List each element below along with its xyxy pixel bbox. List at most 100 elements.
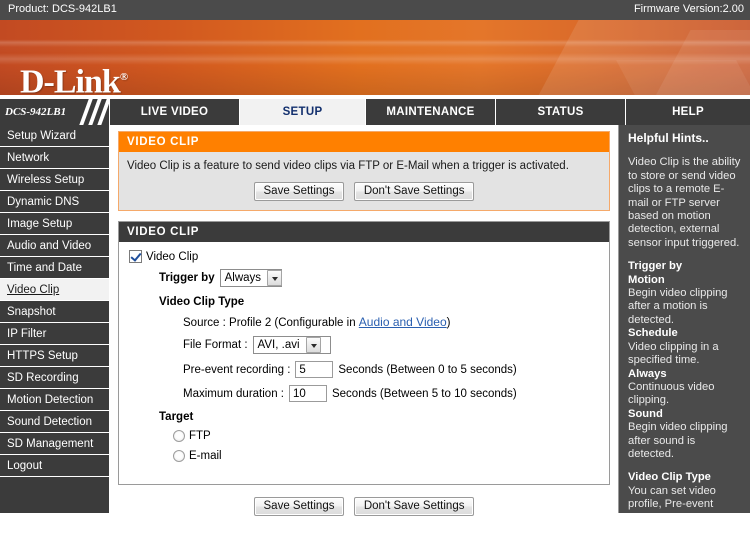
trigger-by-select[interactable]: Always (220, 269, 282, 287)
dont-save-settings-button-top[interactable]: Don't Save Settings (354, 182, 475, 201)
hints-text-motion: Begin video clipping after a motion is d… (628, 287, 742, 327)
file-format-label: File Format : (183, 339, 248, 351)
helpful-hints-panel: Helpful Hints.. Video Clip is the abilit… (618, 125, 750, 513)
sidebar-item-dynamic-dns[interactable]: Dynamic DNS (0, 191, 109, 213)
intro-description: Video Clip is a feature to send video cl… (127, 160, 601, 172)
sidebar-item-image-setup[interactable]: Image Setup (0, 213, 109, 235)
intro-button-row: Save Settings Don't Save Settings (127, 182, 601, 201)
source-label: Source : Profile 2 (Configurable in (183, 317, 359, 329)
hints-title: Helpful Hints.. (628, 132, 742, 145)
hints-text-schedule: Video clipping in a specified time. (628, 341, 742, 368)
tab-status[interactable]: STATUS (496, 99, 626, 125)
target-email-radio[interactable] (173, 450, 185, 462)
form-panel-body: Video Clip Trigger by Always Video Clip … (119, 242, 609, 484)
video-clip-form-panel: VIDEO CLIP Video Clip Trigger by Always … (118, 221, 610, 485)
hints-text-sound: Begin video clipping after sound is dete… (628, 421, 742, 461)
sidebar-filler (0, 477, 109, 537)
sidebar-item-snapshot[interactable]: Snapshot (0, 301, 109, 323)
hints-text-video-clip-type: You can set video profile, Pre-event rec… (628, 485, 742, 513)
banner-sweep-3 (616, 60, 750, 95)
target-label: Target (159, 411, 193, 423)
pre-event-recording-hint: Seconds (Between 0 to 5 seconds) (338, 364, 516, 376)
hints-subheading-always: Always (628, 368, 742, 381)
hints-subheading-sound: Sound (628, 408, 742, 421)
sidebar-item-sound-detection[interactable]: Sound Detection (0, 411, 109, 433)
dont-save-settings-button-bottom[interactable]: Don't Save Settings (354, 497, 475, 516)
hints-heading-trigger-by: Trigger by (628, 260, 742, 273)
bottom-button-row: Save Settings Don't Save Settings (118, 497, 610, 516)
trigger-by-row: Trigger by Always (129, 269, 599, 287)
tab-setup[interactable]: SETUP (240, 99, 366, 125)
tab-maintenance[interactable]: MAINTENANCE (366, 99, 496, 125)
sidebar-item-https-setup[interactable]: HTTPS Setup (0, 345, 109, 367)
pre-event-recording-label: Pre-event recording : (183, 364, 290, 376)
intro-panel-body: Video Clip is a feature to send video cl… (119, 152, 609, 210)
sidebar-item-sd-recording[interactable]: SD Recording (0, 367, 109, 389)
hints-subheading-motion: Motion (628, 274, 742, 287)
hints-intro-text: Video Clip is the ability to store or se… (628, 156, 742, 250)
sidebar-item-wireless-setup[interactable]: Wireless Setup (0, 169, 109, 191)
save-settings-button-bottom[interactable]: Save Settings (254, 497, 345, 516)
target-ftp-row: FTP (129, 430, 599, 442)
product-bar: Product: DCS-942LB1 Firmware Version:2.0… (0, 0, 750, 20)
main-nav-tabbar: DCS-942LB1 LIVE VIDEO SETUP MAINTENANCE … (0, 99, 750, 125)
pre-event-recording-row: Pre-event recording : Seconds (Between 0… (129, 361, 599, 378)
hints-heading-video-clip-type: Video Clip Type (628, 471, 742, 484)
video-clip-enable-label: Video Clip (146, 251, 198, 263)
product-label: Product: DCS-942LB1 (8, 3, 117, 15)
sidebar-item-motion-detection[interactable]: Motion Detection (0, 389, 109, 411)
dlink-logo: D-Link® (20, 60, 127, 95)
sidebar-item-video-clip[interactable]: Video Clip (0, 279, 109, 301)
file-format-value: AVI, .avi (254, 339, 306, 351)
audio-and-video-link[interactable]: Audio and Video (359, 315, 447, 329)
model-tab: DCS-942LB1 (0, 99, 110, 125)
intro-panel: VIDEO CLIP Video Clip is a feature to se… (118, 131, 610, 211)
video-clip-type-heading: Video Clip Type (129, 294, 599, 308)
intro-panel-header: VIDEO CLIP (119, 132, 609, 152)
hints-subheading-schedule: Schedule (628, 327, 742, 340)
save-settings-button-top[interactable]: Save Settings (254, 182, 345, 201)
target-ftp-label: FTP (189, 430, 211, 442)
dlink-logo-text: D-Link (20, 63, 120, 95)
maximum-duration-row: Maximum duration : Seconds (Between 5 to… (129, 385, 599, 402)
video-clip-enable-checkbox[interactable] (129, 250, 142, 263)
tab-live-video[interactable]: LIVE VIDEO (110, 99, 240, 125)
source-row: Source : Profile 2 (Configurable in Audi… (129, 315, 599, 329)
target-heading: Target (129, 409, 599, 423)
registered-mark-icon: ® (120, 71, 127, 83)
model-tab-label: DCS-942LB1 (5, 106, 66, 118)
sidebar-item-audio-and-video[interactable]: Audio and Video (0, 235, 109, 257)
form-panel-header: VIDEO CLIP (119, 222, 609, 242)
maximum-duration-hint: Seconds (Between 5 to 10 seconds) (332, 388, 517, 400)
tab-help[interactable]: HELP (626, 99, 750, 125)
sidebar-item-time-and-date[interactable]: Time and Date (0, 257, 109, 279)
chevron-down-icon[interactable] (267, 270, 282, 286)
sidebar-nav: Setup Wizard Network Wireless Setup Dyna… (0, 125, 110, 513)
dlink-camera-config-page: Product: DCS-942LB1 Firmware Version:2.0… (0, 0, 750, 513)
file-format-row: File Format : AVI, .avi (129, 336, 599, 354)
sidebar-item-logout[interactable]: Logout (0, 455, 109, 477)
target-email-label: E-mail (189, 450, 222, 462)
file-format-select[interactable]: AVI, .avi (253, 336, 331, 354)
hints-spacer-2 (628, 461, 742, 471)
hints-text-always: Continuous video clipping. (628, 381, 742, 408)
firmware-version-label: Firmware Version:2.00 (634, 3, 744, 15)
source-label-end: ) (447, 317, 451, 329)
video-clip-type-label: Video Clip Type (159, 296, 244, 308)
trigger-by-label: Trigger by (159, 272, 215, 284)
maximum-duration-input[interactable] (289, 385, 327, 402)
sidebar-item-sd-management[interactable]: SD Management (0, 433, 109, 455)
pre-event-recording-input[interactable] (295, 361, 333, 378)
maximum-duration-label: Maximum duration : (183, 388, 284, 400)
trigger-by-value: Always (221, 272, 267, 284)
chevron-down-icon[interactable] (306, 337, 321, 353)
target-ftp-radio[interactable] (173, 430, 185, 442)
sidebar-item-setup-wizard[interactable]: Setup Wizard (0, 125, 109, 147)
main-content: VIDEO CLIP Video Clip is a feature to se… (110, 125, 618, 513)
sidebar-item-network[interactable]: Network (0, 147, 109, 169)
target-email-row: E-mail (129, 450, 599, 462)
hints-spacer-1 (628, 250, 742, 260)
sidebar-item-ip-filter[interactable]: IP Filter (0, 323, 109, 345)
nav-tabs: LIVE VIDEO SETUP MAINTENANCE STATUS HELP (110, 99, 750, 125)
video-clip-enable-row: Video Clip (129, 250, 599, 263)
